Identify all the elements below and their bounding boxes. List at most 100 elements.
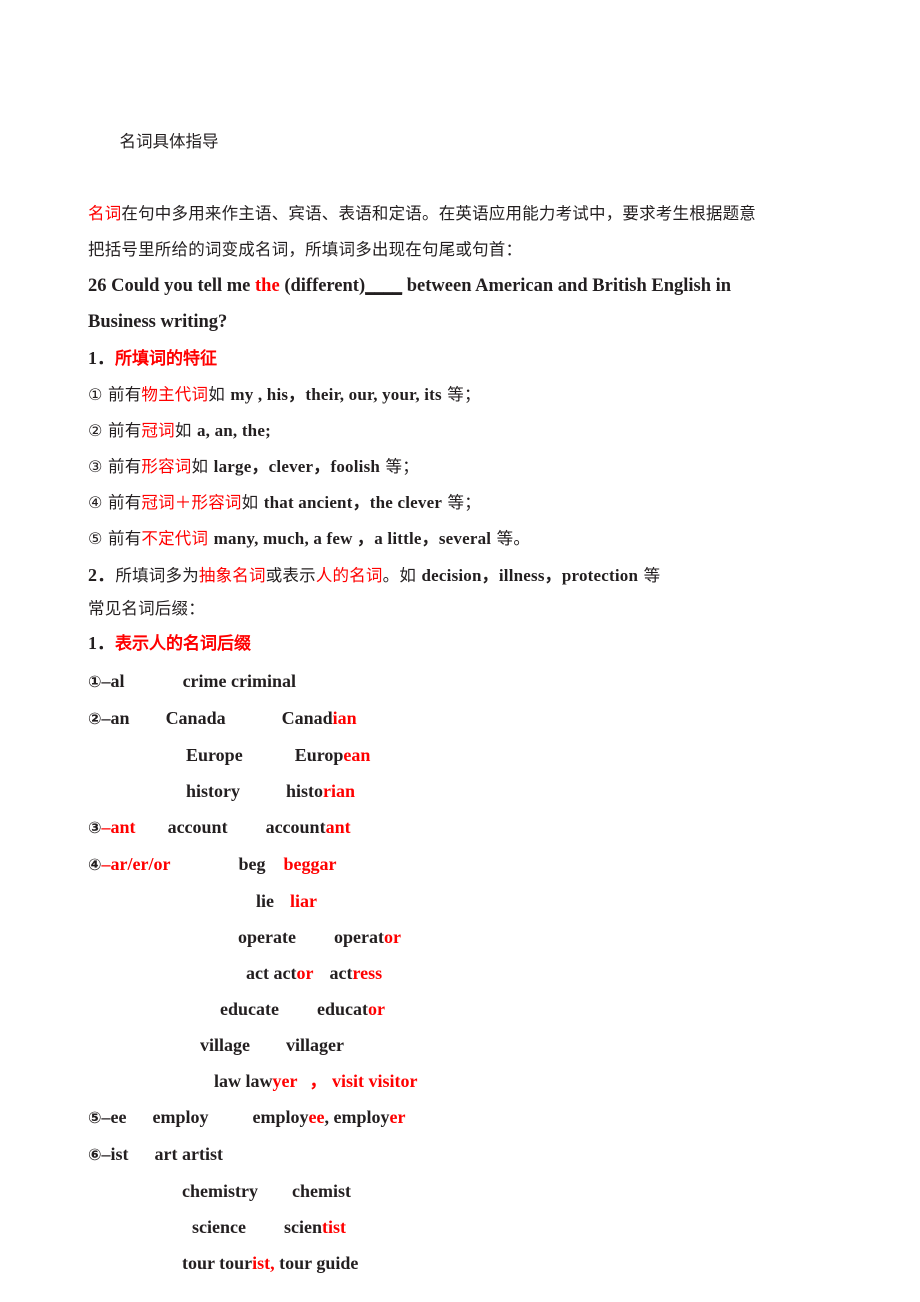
example-red-word: the — [255, 276, 280, 296]
feature-item-4-en: that ancient，the clever — [263, 493, 443, 512]
suffix-row-law: law lawyer ， visit visitor — [88, 1063, 836, 1099]
feature-item-5-tail: 等。 — [491, 529, 531, 548]
example-suffix: between American and British English in — [402, 276, 732, 296]
feature-item-4-tail: 等； — [442, 493, 481, 512]
word-base-lie: lie — [256, 891, 274, 911]
word-base-employ: employ — [152, 1107, 209, 1127]
intro-paragraph-line-2: 把括号里所给的词变成名词，所填词多出现在句尾或句首： — [88, 232, 836, 268]
suffix-label-ee: –ee — [101, 1107, 127, 1127]
word-base-europe: Europe — [186, 745, 243, 765]
word-base-tour-tourist: tour tour — [182, 1253, 253, 1273]
suffix-label-an: –an — [101, 708, 130, 728]
feature-item-4-red: 冠词＋形容词 — [141, 493, 242, 512]
section-2-mid: 或表示 — [265, 566, 316, 585]
feature-item-4-pre: 前有 — [102, 493, 142, 512]
list-marker-circ-6: ⑥ — [88, 1145, 102, 1164]
section-3-number: 1． — [88, 633, 115, 653]
word-deriv-villager: villager — [286, 1035, 344, 1055]
feature-item-3-tail: 等； — [380, 457, 419, 476]
word-suffix-er-employer: er — [389, 1107, 406, 1127]
word-stem-educat: educat — [316, 999, 368, 1019]
feature-item-3-mid: 如 — [191, 457, 214, 476]
word-stem-scien: scien — [283, 1217, 322, 1237]
word-base-law-lawyer: law law — [214, 1071, 273, 1091]
section-2-number: 2． — [88, 565, 116, 585]
section-2-line-2: 常见名词后缀： — [88, 594, 836, 624]
suffix-label-ist: –ist — [101, 1144, 129, 1164]
suffix-row-al: ①–al crime criminal — [88, 663, 836, 700]
word-suffix-or-operator: or — [383, 927, 401, 947]
suffix-label-ar-er-or: –ar/er/or — [101, 854, 171, 874]
suffix-row-act: act actor actress — [88, 955, 836, 991]
list-marker-2: ② — [88, 421, 103, 440]
list-marker-circ-5: ⑤ — [88, 1108, 102, 1127]
suffix-row-village: village villager — [88, 1027, 836, 1063]
word-base-operate: operate — [238, 927, 296, 947]
feature-item-2-mid: 如 — [174, 421, 197, 440]
feature-item-2-red: 冠词 — [141, 421, 175, 440]
word-base-act-actor: act act — [246, 963, 297, 983]
example-sentence-line-2: Business writing? — [88, 304, 836, 340]
word-base-canada: Canada — [165, 708, 226, 728]
word-suffix-ee: ee — [308, 1107, 325, 1127]
list-marker-3: ③ — [88, 457, 103, 476]
section-2-line2-text: 常见名词后缀： — [88, 599, 205, 618]
word-suffix-ist: ist, — [252, 1253, 275, 1273]
feature-item-5-en: many, much, a few ，a little，several — [213, 529, 492, 548]
intro-body-1: 在句中多用来作主语、宾语、表语和定语。在英语应用能力考试中，要求考生根据题意 — [121, 204, 757, 223]
intro-paragraph-line-1: 名词在句中多用来作主语、宾语、表语和定语。在英语应用能力考试中，要求考生根据题意 — [88, 196, 836, 232]
word-deriv-chemist: chemist — [291, 1181, 351, 1201]
suffix-row-science: science scientist — [88, 1209, 836, 1245]
suffix-row-educate: educate educator — [88, 991, 836, 1027]
list-marker-5: ⑤ — [88, 529, 103, 548]
feature-item-1-en: my , his，their, our, your, its — [230, 385, 442, 404]
word-pair-art-artist: art artist — [154, 1144, 224, 1164]
suffix-row-operate: operate operator — [88, 919, 836, 955]
word-suffix-tist: tist — [321, 1217, 346, 1237]
document-title: 名词具体指导 — [88, 88, 836, 196]
word-base-educate: educate — [220, 999, 279, 1019]
section-2-red-1: 抽象名词 — [198, 566, 266, 585]
example-sentence-line-1: 26 Could you tell me the (different)____… — [88, 268, 836, 304]
feature-item-5-pre: 前有 — [102, 529, 142, 548]
word-tour-guide: tour guide — [274, 1253, 359, 1273]
list-marker-circ-4: ④ — [88, 855, 102, 874]
word-base-beg: beg — [238, 854, 266, 874]
document-page: 名词具体指导 名词在句中多用来作主语、宾语、表语和定语。在英语应用能力考试中，要… — [0, 0, 920, 1302]
word-suffix-or-educator: or — [367, 999, 385, 1019]
feature-item-1-mid: 如 — [208, 385, 231, 404]
word-suffix-ress: ress — [352, 963, 383, 983]
word-stem-account: account — [265, 817, 326, 837]
feature-item-3-pre: 前有 — [102, 457, 142, 476]
word-stem-operat: operat — [333, 927, 384, 947]
suffix-row-tour: tour tourist, tour guide — [88, 1245, 836, 1281]
feature-item-3: ③ 前有形容词如 large，clever，foolish 等； — [88, 449, 836, 485]
feature-item-1: ① 前有物主代词如 my , his，their, our, your, its… — [88, 377, 836, 413]
suffix-row-an: ②–an Canada Canadian — [88, 700, 836, 737]
word-suffix-or-actor: or — [296, 963, 314, 983]
word-suffix-ant: ant — [325, 817, 351, 837]
word-stem-employ-er: , employ — [324, 1107, 390, 1127]
word-base-village: village — [200, 1035, 250, 1055]
example-line2: Business writing? — [88, 312, 228, 332]
example-blank: ____ — [365, 276, 403, 296]
list-marker-circ-1: ① — [88, 672, 102, 691]
feature-item-2-pre: 前有 — [102, 421, 142, 440]
word-base-science: science — [192, 1217, 246, 1237]
word-stem-europ: Europ — [294, 745, 344, 765]
section-2-en: decision，illness，protection — [421, 566, 639, 585]
suffix-row-an-history: history historian — [88, 773, 836, 809]
suffix-row-lie-liar: lie liar — [88, 883, 836, 919]
feature-item-2-en: a, an, the; — [196, 421, 271, 440]
feature-item-4: ④ 前有冠词＋形容词如 that ancient，the clever 等； — [88, 485, 836, 521]
feature-item-3-red: 形容词 — [141, 457, 192, 476]
list-marker-circ-3: ③ — [88, 818, 102, 837]
document-title-text: 名词具体指导 — [119, 132, 219, 151]
feature-item-1-red: 物主代词 — [141, 385, 209, 404]
intro-body-2: 把括号里所给的词变成名词，所填词多出现在句尾或句首： — [88, 240, 523, 259]
section-2-tail: 等 — [638, 566, 661, 585]
word-visit-visitor-lead: ， visit visit — [309, 1071, 401, 1091]
list-marker-4: ④ — [88, 493, 103, 512]
word-base-chemistry: chemistry — [182, 1181, 258, 1201]
section-2-line-1: 2．所填词多为抽象名词或表示人的名词。如 decision，illness，pr… — [88, 557, 836, 594]
